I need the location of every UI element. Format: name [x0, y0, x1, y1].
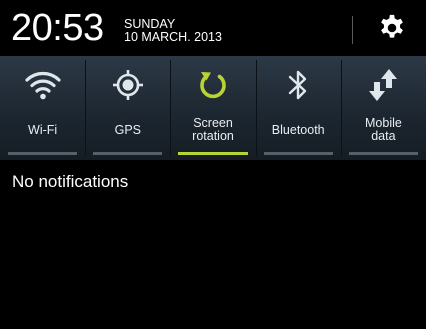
toggle-indicator: [93, 152, 163, 155]
toggle-label: Bluetooth: [271, 122, 325, 137]
toggle-label: Wi-Fi: [28, 122, 58, 137]
date-block: SUNDAY 10 MARCH. 2013: [124, 18, 222, 44]
toggle-indicator: [178, 152, 248, 155]
toggle-mobile-data[interactable]: Mobile data: [340, 56, 426, 160]
clock-time: 20:53: [11, 7, 104, 49]
date-label: 10 MARCH. 2013: [124, 30, 222, 44]
toggle-indicator: [8, 152, 78, 155]
status-header: 20:53 SUNDAY 10 MARCH. 2013: [0, 0, 426, 56]
gear-icon: [377, 13, 407, 48]
empty-notifications-text: No notifications: [12, 172, 129, 191]
toggle-label: Screen rotation: [192, 116, 234, 143]
settings-button[interactable]: [370, 10, 414, 50]
header-divider: [352, 16, 353, 44]
gps-icon: [85, 66, 170, 104]
quick-settings-panel: Wi-Fi GPS Screen rotation Bluetooth Mobi…: [0, 56, 426, 160]
toggle-screen-rotation[interactable]: Screen rotation: [170, 56, 255, 160]
wifi-icon: [0, 66, 85, 104]
notifications-list: No notifications: [0, 160, 426, 329]
toggle-bluetooth[interactable]: Bluetooth: [255, 56, 341, 160]
screen-rotation-icon: [170, 66, 255, 104]
notification-shade: 20:53 SUNDAY 10 MARCH. 2013 Wi-Fi GPS Sc…: [0, 0, 426, 329]
toggle-wifi[interactable]: Wi-Fi: [0, 56, 85, 160]
toggle-gps[interactable]: GPS: [85, 56, 170, 160]
bluetooth-icon: [256, 66, 341, 104]
toggle-indicator: [348, 152, 419, 155]
toggle-label: Mobile data: [365, 116, 402, 143]
mobile-data-icon: [341, 66, 426, 104]
toggle-indicator: [263, 152, 333, 155]
toggle-label: GPS: [114, 122, 141, 137]
